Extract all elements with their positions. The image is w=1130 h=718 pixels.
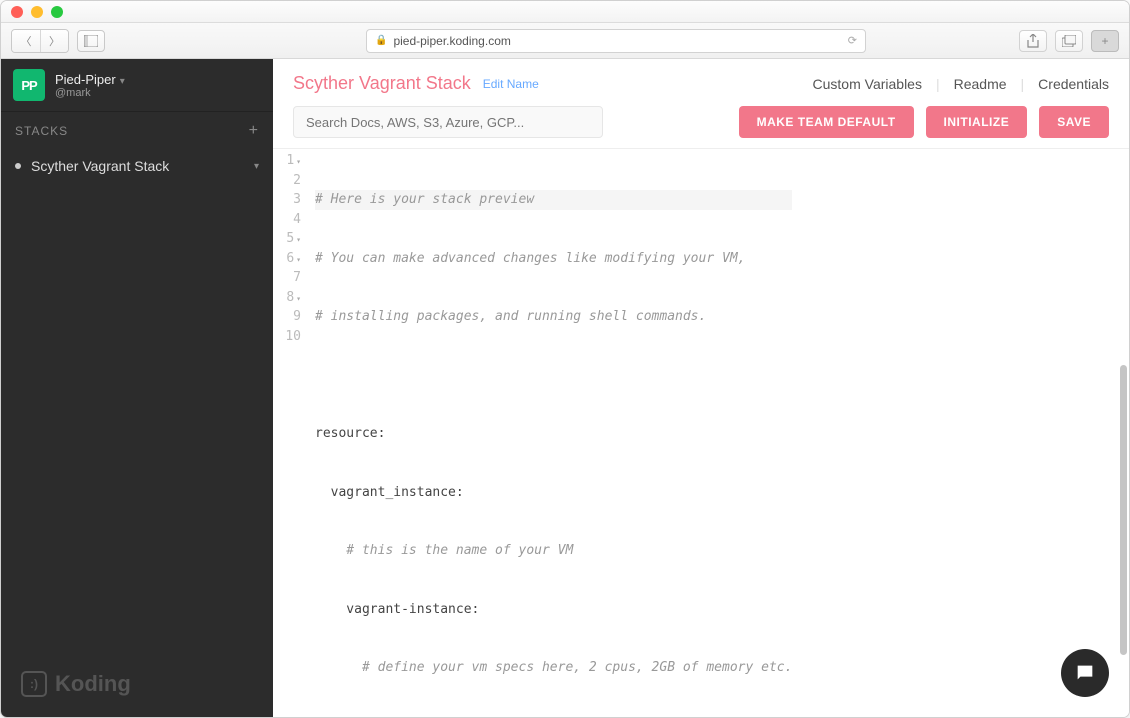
sidebar-toggle-button[interactable]: [77, 30, 105, 52]
add-stack-button[interactable]: +: [249, 122, 259, 140]
team-logo: PP: [13, 69, 45, 101]
status-dot-icon: [15, 163, 21, 169]
edit-name-link[interactable]: Edit Name: [483, 77, 539, 91]
url-text: pied-piper.koding.com: [393, 34, 510, 48]
tab-credentials[interactable]: Credentials: [1038, 76, 1109, 92]
browser-toolbar: 〈 〉 🔒 pied-piper.koding.com ⟳ +: [1, 23, 1129, 59]
chevron-down-icon[interactable]: ▾: [254, 161, 259, 172]
team-name: Pied-Piper: [55, 72, 116, 87]
sidebar: PP Pied-Piper ▾ @mark STACKS + Scyther Va…: [1, 59, 273, 717]
lock-icon: 🔒: [375, 35, 387, 46]
search-input[interactable]: [293, 106, 603, 138]
stack-title: Scyther Vagrant Stack: [293, 73, 471, 94]
back-button[interactable]: 〈: [12, 30, 40, 52]
tab-custom-variables[interactable]: Custom Variables: [813, 76, 922, 92]
sidebar-stack-item[interactable]: Scyther Vagrant Stack ▾: [1, 150, 273, 182]
tab-readme[interactable]: Readme: [954, 76, 1007, 92]
team-switcher[interactable]: PP Pied-Piper ▾ @mark: [1, 59, 273, 112]
window-title-bar: [1, 1, 1129, 23]
share-button[interactable]: [1019, 30, 1047, 52]
intercom-chat-button[interactable]: [1061, 649, 1109, 697]
chevron-down-icon: ▾: [120, 76, 125, 87]
scrollbar[interactable]: [1120, 365, 1127, 655]
line-gutter: 12345678910: [273, 149, 309, 717]
new-tab-button[interactable]: +: [1091, 30, 1119, 52]
fullscreen-window-button[interactable]: [51, 6, 63, 18]
initialize-button[interactable]: INITIALIZE: [926, 106, 1028, 138]
koding-logo-icon: :): [21, 671, 47, 697]
forward-button[interactable]: 〉: [40, 30, 68, 52]
minimize-window-button[interactable]: [31, 6, 43, 18]
save-button[interactable]: SAVE: [1039, 106, 1109, 138]
make-team-default-button[interactable]: MAKE TEAM DEFAULT: [739, 106, 914, 138]
close-window-button[interactable]: [11, 6, 23, 18]
stack-item-label: Scyther Vagrant Stack: [31, 158, 169, 174]
address-bar[interactable]: 🔒 pied-piper.koding.com ⟳: [366, 29, 866, 53]
reload-icon[interactable]: ⟳: [848, 34, 857, 47]
code-editor[interactable]: 12345678910 # Here is your stack preview…: [273, 148, 1129, 717]
code-content[interactable]: # Here is your stack preview # You can m…: [309, 149, 798, 717]
team-user: @mark: [55, 87, 125, 99]
stacks-section-label: STACKS: [15, 124, 68, 138]
tabs-button[interactable]: [1055, 30, 1083, 52]
koding-brand: :) Koding: [1, 651, 273, 717]
